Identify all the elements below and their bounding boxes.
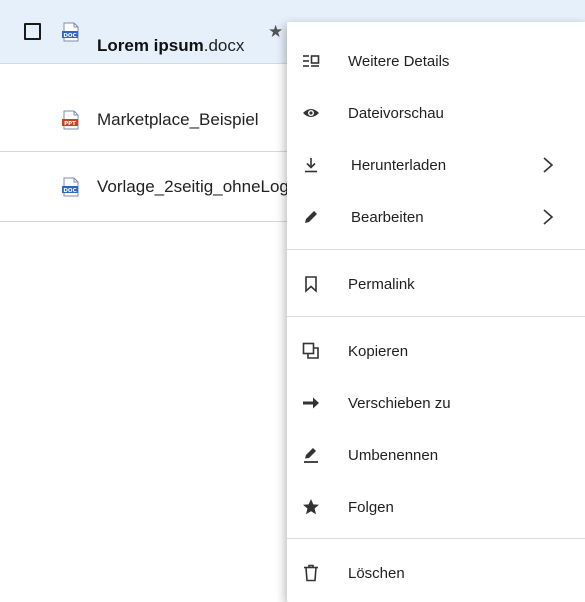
download-icon <box>301 155 321 175</box>
menu-item-loeschen[interactable]: Löschen <box>287 549 585 597</box>
chevron-right-icon <box>541 207 555 227</box>
menu-item-folgen[interactable]: Folgen <box>287 483 585 531</box>
svg-text:PPT: PPT <box>64 120 76 126</box>
file-name[interactable]: Marketplace_Beispiel <box>97 110 259 130</box>
menu-item-label: Folgen <box>348 498 394 516</box>
docx-file-icon: DOC <box>61 22 81 42</box>
row-checkbox[interactable] <box>24 23 41 40</box>
bookmark-icon <box>301 274 321 294</box>
menu-divider <box>287 249 585 250</box>
menu-item-label: Löschen <box>348 564 405 582</box>
menu-item-label: Umbenennen <box>348 446 439 464</box>
arrow-right-icon <box>301 393 321 413</box>
details-icon <box>301 51 321 71</box>
menu-item-bearbeiten[interactable]: Bearbeiten <box>287 193 585 241</box>
menu-item-label: Kopieren <box>348 342 409 360</box>
chevron-right-icon <box>541 155 555 175</box>
menu-item-label: Verschieben zu <box>348 394 451 412</box>
pptx-file-icon: PPT <box>61 110 81 130</box>
copy-icon <box>301 341 321 361</box>
menu-item-verschieben-zu[interactable]: Verschieben zu <box>287 379 585 427</box>
menu-item-dateivorschau[interactable]: Dateivorschau <box>287 89 585 137</box>
followed-star-icon: ★ <box>268 22 284 41</box>
menu-item-weitere-details[interactable]: Weitere Details <box>287 37 585 85</box>
menu-item-label: Dateivorschau <box>348 104 444 122</box>
rename-icon <box>301 445 321 465</box>
trash-icon <box>301 563 321 583</box>
eye-icon <box>301 103 321 123</box>
menu-item-label: Herunterladen <box>351 156 447 174</box>
file-name[interactable]: Vorlage_2seitig_ohneLogo <box>97 177 298 197</box>
menu-item-herunterladen[interactable]: Herunterladen <box>287 141 585 189</box>
menu-item-label: Bearbeiten <box>351 208 424 226</box>
svg-text:DOC: DOC <box>63 32 76 38</box>
context-menu: Weitere Details Dateivorschau Herunterla… <box>287 22 585 602</box>
menu-divider <box>287 538 585 539</box>
menu-item-label: Permalink <box>348 275 415 293</box>
menu-item-permalink[interactable]: Permalink <box>287 260 585 308</box>
menu-item-label: Weitere Details <box>348 52 450 70</box>
docx-file-icon: DOC <box>61 177 81 197</box>
svg-text:DOC: DOC <box>63 187 76 193</box>
menu-item-umbenennen[interactable]: Umbenennen <box>287 431 585 479</box>
menu-item-kopieren[interactable]: Kopieren <box>287 327 585 375</box>
pencil-icon <box>301 207 321 227</box>
file-name[interactable]: Lorem ipsum.docx <box>97 36 244 56</box>
star-icon <box>301 497 321 517</box>
menu-divider <box>287 316 585 317</box>
